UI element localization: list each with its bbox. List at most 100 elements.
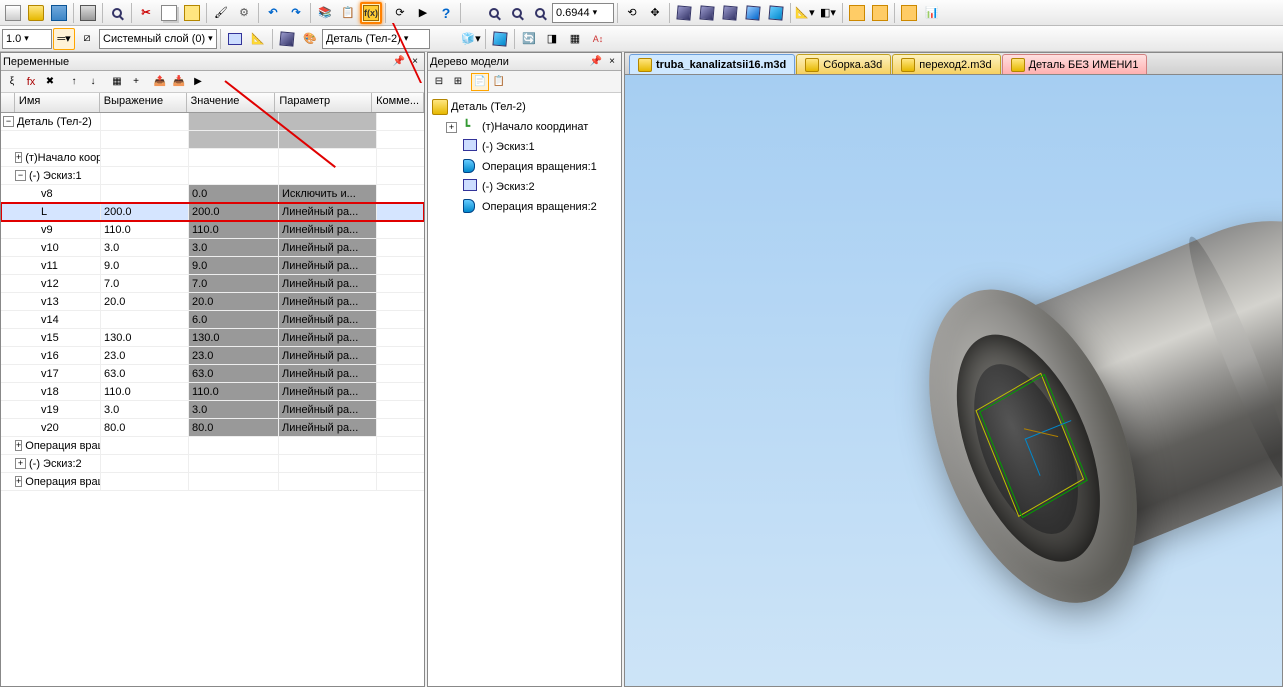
- layers-button[interactable]: ◨: [541, 28, 563, 50]
- report-button[interactable]: 📊: [921, 2, 943, 24]
- variable-row[interactable]: v13 20.0 20.0 Линейный ра...: [1, 293, 424, 311]
- vars-add-button[interactable]: ξ: [3, 73, 21, 91]
- select-arrow-button[interactable]: ▶: [412, 2, 434, 24]
- line-width-combo[interactable]: 1.0: [2, 29, 52, 49]
- vars-up-button[interactable]: ↑: [65, 73, 83, 91]
- feat1-button[interactable]: [846, 2, 868, 24]
- tree-mode4-button[interactable]: 📋: [490, 73, 508, 91]
- zoom-in-button[interactable]: [506, 2, 528, 24]
- print-button[interactable]: [77, 2, 99, 24]
- format-painter-button[interactable]: 🖌: [210, 2, 232, 24]
- feat3-button[interactable]: [898, 2, 920, 24]
- tree-mode3-button[interactable]: 📄: [471, 73, 489, 91]
- tree-node[interactable]: Операция вращения:1: [432, 157, 617, 177]
- rotate-button[interactable]: ⟲: [621, 2, 643, 24]
- 3d-scene[interactable]: [625, 75, 1282, 686]
- variable-row[interactable]: v15 130.0 130.0 Линейный ра...: [1, 329, 424, 347]
- vars-blank-row[interactable]: [1, 131, 424, 149]
- vars-import-button[interactable]: 📥: [170, 73, 188, 91]
- vars-group-row[interactable]: +(т)Начало координат: [1, 149, 424, 167]
- sketch2-button[interactable]: 📐: [247, 28, 269, 50]
- copy-button[interactable]: [158, 2, 180, 24]
- vars-group-row[interactable]: +Операция вращения:1: [1, 437, 424, 455]
- variable-row[interactable]: v14 6.0 Линейный ра...: [1, 311, 424, 329]
- cut-button[interactable]: ✂: [135, 2, 157, 24]
- variable-row[interactable]: v18 110.0 110.0 Линейный ра...: [1, 383, 424, 401]
- sketch-mode-button[interactable]: [224, 28, 246, 50]
- variables-fx-button[interactable]: f(x): [360, 2, 382, 24]
- grid-button[interactable]: ▦: [564, 28, 586, 50]
- variable-row[interactable]: v10 3.0 3.0 Линейный ра...: [1, 239, 424, 257]
- variable-row[interactable]: v12 7.0 7.0 Линейный ра...: [1, 275, 424, 293]
- tree-root[interactable]: Деталь (Тел-2): [432, 97, 617, 117]
- tree-node[interactable]: (-) Эскиз:1: [432, 137, 617, 157]
- new-button[interactable]: [2, 2, 24, 24]
- paste-button[interactable]: [181, 2, 203, 24]
- variable-row[interactable]: L 200.0 200.0 Линейный ра...: [1, 203, 424, 221]
- variable-row[interactable]: v19 3.0 3.0 Линейный ра...: [1, 401, 424, 419]
- color-button[interactable]: 🎨: [299, 28, 321, 50]
- variable-row[interactable]: v9 110.0 110.0 Линейный ра...: [1, 221, 424, 239]
- tree-mode1-button[interactable]: ⊟: [430, 73, 448, 91]
- feat2-button[interactable]: [869, 2, 891, 24]
- variable-row[interactable]: v8 0.0 Исключить и...: [1, 185, 424, 203]
- render-button[interactable]: [489, 28, 511, 50]
- help-button[interactable]: ?: [435, 2, 457, 24]
- shaded-button[interactable]: [719, 2, 741, 24]
- material-button[interactable]: 🧊▾: [460, 28, 482, 50]
- rebuild-button[interactable]: ⟳: [389, 2, 411, 24]
- panel-pin-icon[interactable]: 📌: [392, 56, 406, 67]
- vars-down-button[interactable]: ↓: [84, 73, 102, 91]
- variable-row[interactable]: v16 23.0 23.0 Линейный ра...: [1, 347, 424, 365]
- save-button[interactable]: [48, 2, 70, 24]
- manager-button[interactable]: 📋: [337, 2, 359, 24]
- panel-close-icon[interactable]: ×: [408, 56, 422, 67]
- vars-table-button[interactable]: ▦: [108, 73, 126, 91]
- col-name[interactable]: Имя: [15, 93, 100, 112]
- hidden-button[interactable]: [696, 2, 718, 24]
- body-button[interactable]: [276, 28, 298, 50]
- zoom-fit-button[interactable]: [529, 2, 551, 24]
- zoom-combo[interactable]: 0.6944: [552, 3, 614, 23]
- wireframe-button[interactable]: [673, 2, 695, 24]
- panel-pin-icon[interactable]: 📌: [589, 56, 603, 67]
- col-param[interactable]: Параметр: [275, 93, 372, 112]
- col-comm[interactable]: Комме...: [372, 93, 424, 112]
- tree-mode2-button[interactable]: ⊞: [449, 73, 467, 91]
- undo-button[interactable]: ↶: [262, 2, 284, 24]
- tree-node[interactable]: +┗(т)Начало координат: [432, 117, 617, 137]
- dim-button[interactable]: A↕: [587, 28, 609, 50]
- hatch-button[interactable]: ⧄: [76, 28, 98, 50]
- library-button[interactable]: 📚: [314, 2, 336, 24]
- document-tab[interactable]: Сборка.a3d: [796, 54, 891, 74]
- vars-exec-button[interactable]: ▶: [189, 73, 207, 91]
- pan-button[interactable]: ✥: [644, 2, 666, 24]
- vars-root-row[interactable]: −Деталь (Тел-2): [1, 113, 424, 131]
- vars-fx-button[interactable]: fx: [22, 73, 40, 91]
- vars-insert-button[interactable]: +: [127, 73, 145, 91]
- document-tab[interactable]: переход2.m3d: [892, 54, 1000, 74]
- preview-button[interactable]: [106, 2, 128, 24]
- part-combo[interactable]: Деталь (Тел-2): [322, 29, 430, 49]
- col-val[interactable]: Значение: [187, 93, 276, 112]
- variable-row[interactable]: v20 80.0 80.0 Линейный ра...: [1, 419, 424, 437]
- shaded-edge-button[interactable]: [742, 2, 764, 24]
- redo-button[interactable]: ↷: [285, 2, 307, 24]
- document-tab[interactable]: truba_kanalizatsii16.m3d: [629, 54, 795, 74]
- col-expr[interactable]: Выражение: [100, 93, 187, 112]
- zoom-window-button[interactable]: [483, 2, 505, 24]
- persp-button[interactable]: [765, 2, 787, 24]
- section-button[interactable]: ◧▾: [817, 2, 839, 24]
- tree-node[interactable]: (-) Эскиз:2: [432, 177, 617, 197]
- vars-group-row[interactable]: +(-) Эскиз:2: [1, 455, 424, 473]
- open-button[interactable]: [25, 2, 47, 24]
- vars-group-row[interactable]: +Операция вращения:2: [1, 473, 424, 491]
- layer-combo[interactable]: Системный слой (0): [99, 29, 217, 49]
- line-style-button[interactable]: ═▾: [53, 28, 75, 50]
- tree-node[interactable]: Операция вращения:2: [432, 197, 617, 217]
- panel-close-icon[interactable]: ×: [605, 56, 619, 67]
- document-tab[interactable]: Деталь БЕЗ ИМЕНИ1: [1002, 54, 1148, 74]
- update-button[interactable]: 🔄: [518, 28, 540, 50]
- orient-button[interactable]: 📐▾: [794, 2, 816, 24]
- vars-group-row[interactable]: −(-) Эскиз:1: [1, 167, 424, 185]
